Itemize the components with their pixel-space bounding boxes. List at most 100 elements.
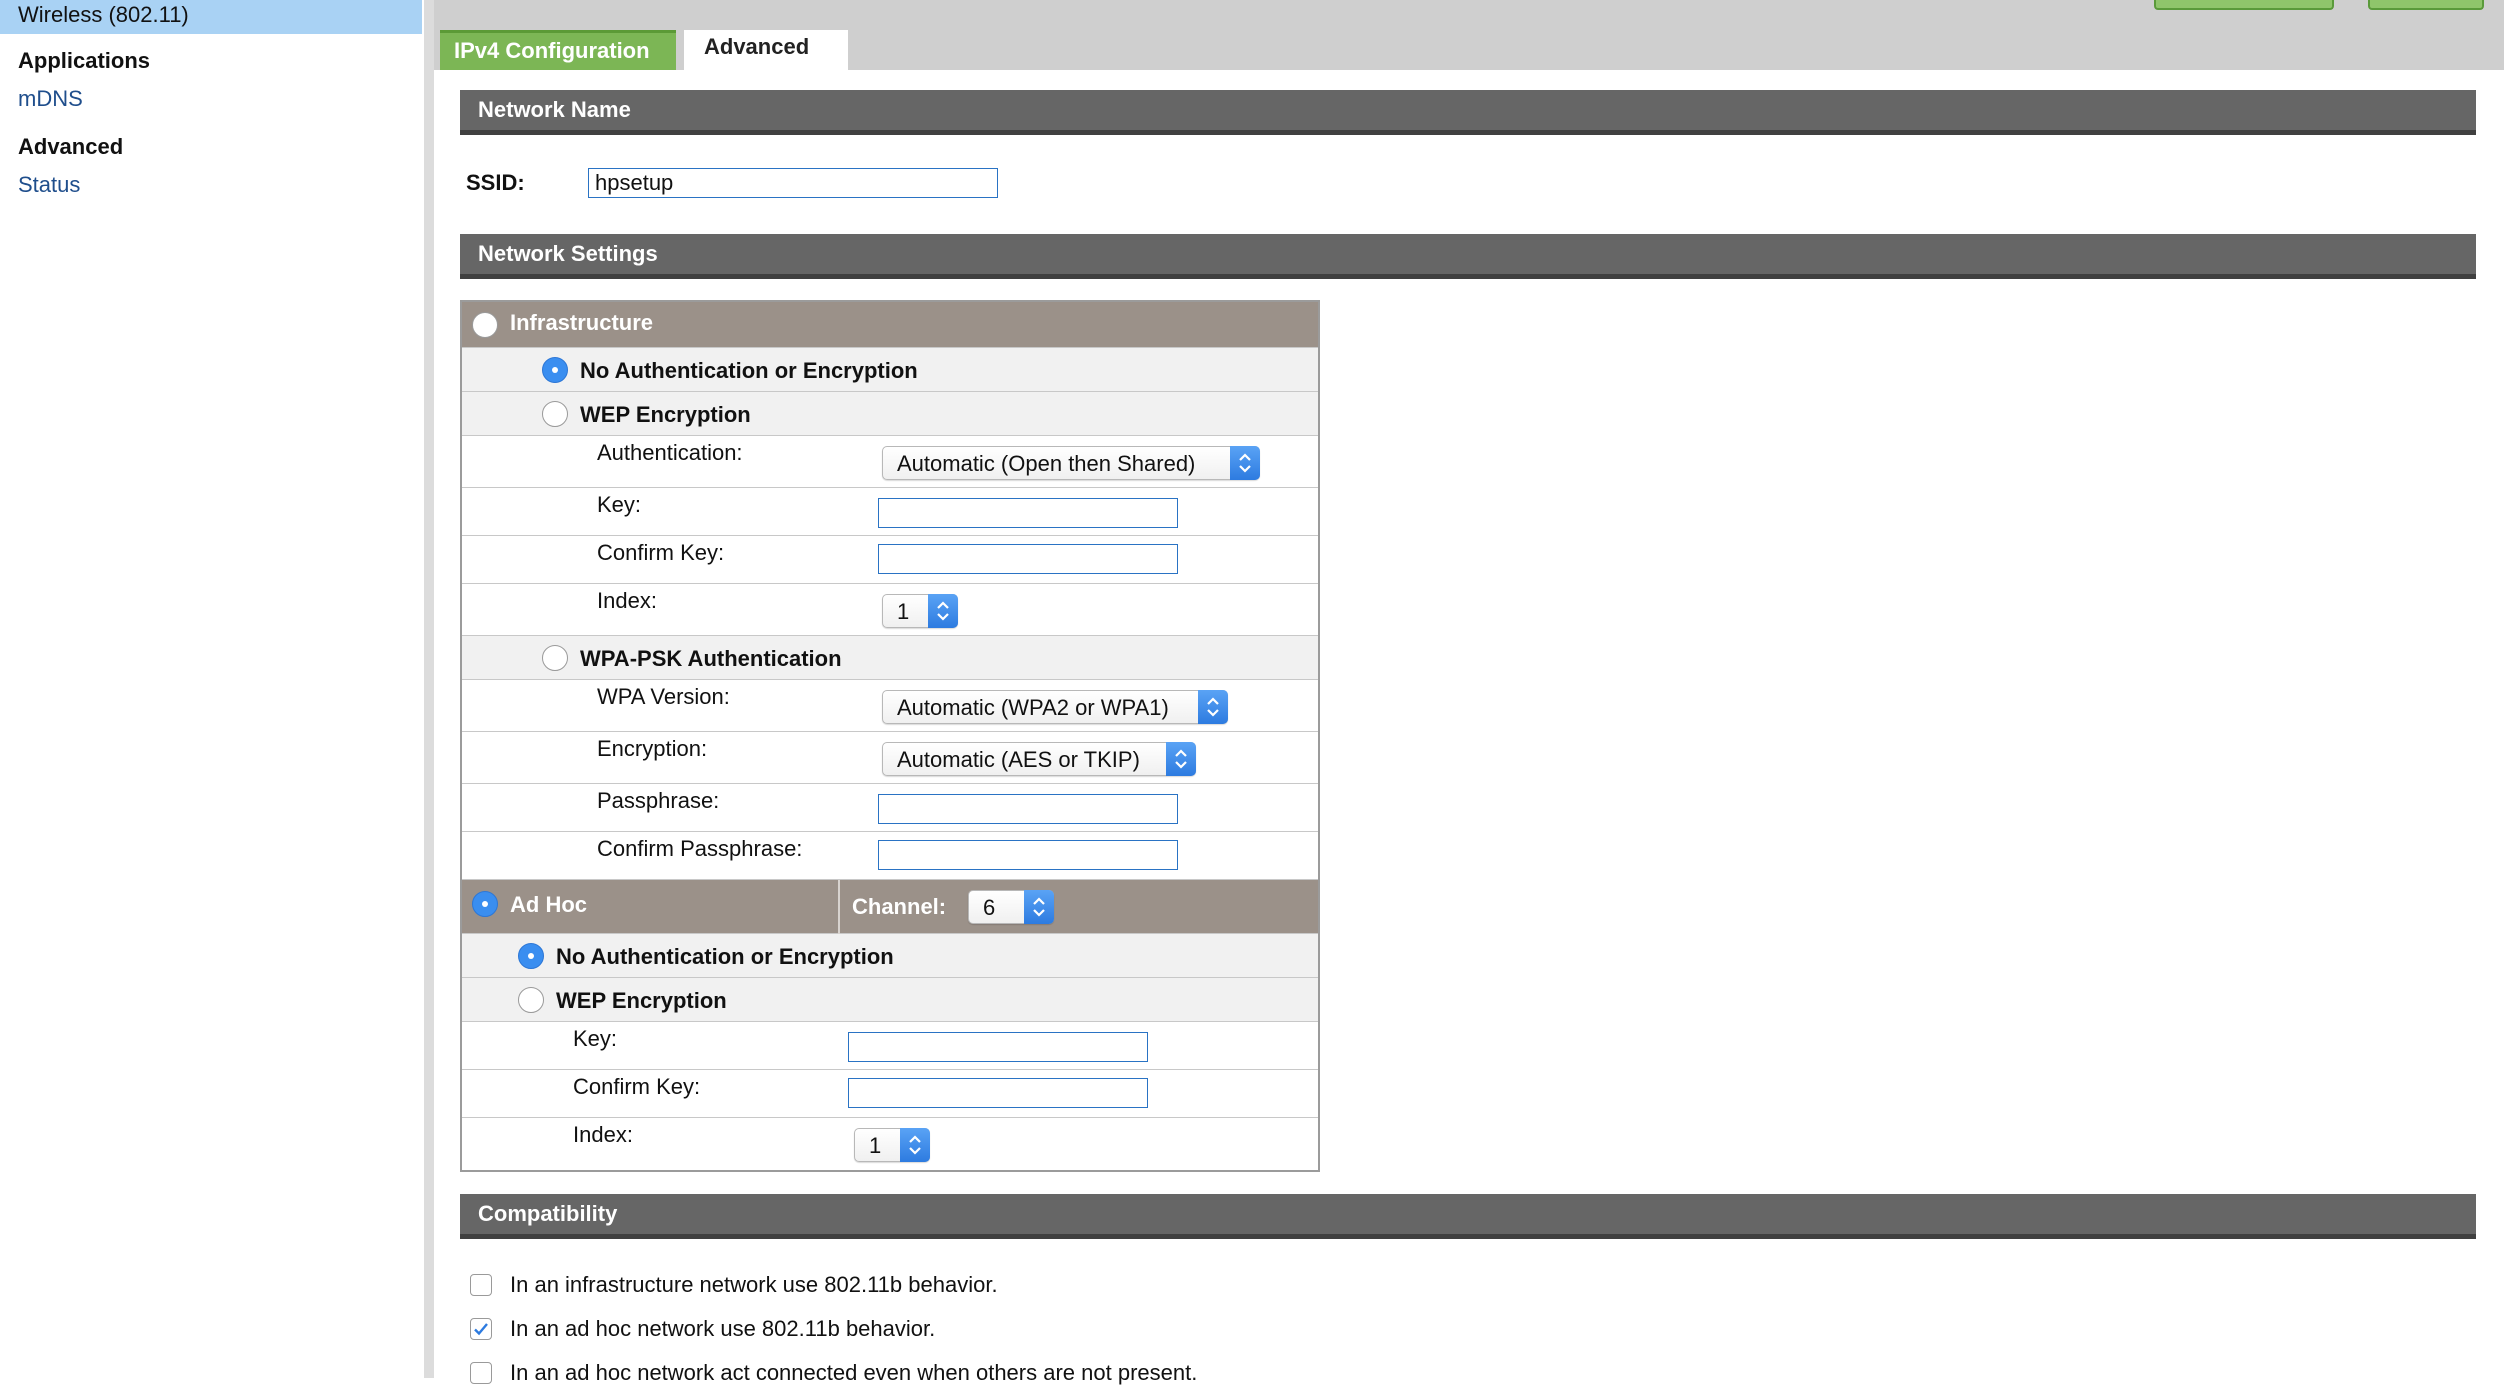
adhoc-key-row: Key: (462, 1022, 1318, 1070)
checkmark-icon (474, 1323, 488, 1336)
infrastructure-header: Infrastructure (462, 302, 1318, 348)
wpa-version-label: WPA Version: (597, 684, 730, 709)
passphrase-input[interactable] (878, 794, 1178, 824)
infrastructure-label: Infrastructure (510, 310, 654, 335)
infra-no-auth-row: No Authentication or Encryption (462, 348, 1318, 392)
compat-adhoc-connected-checkbox[interactable] (470, 1362, 492, 1384)
wpa-encryption-row: Encryption: Automatic (AES or TKIP) (462, 732, 1318, 784)
chevron-updown-icon (1230, 446, 1260, 480)
infra-wpa-radio[interactable] (542, 645, 568, 671)
infra-index-select[interactable]: 1 (882, 594, 958, 628)
select-value: Automatic (WPA2 or WPA1) (897, 695, 1169, 720)
select-value: 1 (869, 1133, 882, 1158)
ssid-input[interactable]: hpsetup (588, 168, 998, 198)
confirm-passphrase-label: Confirm Passphrase: (597, 836, 803, 861)
section-title: Network Name (478, 97, 631, 122)
wpa-version-select[interactable]: Automatic (WPA2 or WPA1) (882, 690, 1228, 724)
adhoc-wep-radio[interactable] (518, 987, 544, 1013)
adhoc-key-input[interactable] (848, 1032, 1148, 1062)
passphrase-row: Passphrase: (462, 784, 1318, 832)
chevron-updown-icon (900, 1128, 930, 1162)
index-label: Index: (573, 1122, 633, 1147)
adhoc-radio[interactable] (472, 891, 498, 917)
section-title: Network Settings (478, 241, 658, 266)
channel-label: Channel: (852, 894, 947, 919)
infra-wep-key-input[interactable] (878, 498, 1178, 528)
confirm-key-label: Confirm Key: (573, 1074, 701, 1099)
select-value: 6 (983, 895, 996, 920)
infra-wep-confirm-key-input[interactable] (878, 544, 1178, 574)
apply-button[interactable] (2154, 0, 2334, 10)
adhoc-wep-row: WEP Encryption (462, 978, 1318, 1022)
infra-no-auth-radio[interactable] (542, 357, 568, 383)
adhoc-confirm-key-row: Confirm Key: (462, 1070, 1318, 1118)
network-settings-table: Infrastructure No Authentication or Encr… (460, 300, 1320, 1172)
chevron-updown-icon (928, 594, 958, 628)
infra-wep-confirm-key-row: Confirm Key: (462, 536, 1318, 584)
sidebar-heading-applications: Applications (18, 48, 151, 73)
confirm-passphrase-input[interactable] (878, 840, 1178, 870)
select-value: 1 (897, 599, 910, 624)
confirm-key-label: Confirm Key: (597, 540, 725, 565)
authentication-select[interactable]: Automatic (Open then Shared) (882, 446, 1260, 480)
adhoc-no-auth-radio[interactable] (518, 943, 544, 969)
wpa-version-row: WPA Version: Automatic (WPA2 or WPA1) (462, 680, 1318, 732)
compat-adhoc-80211b-checkbox[interactable] (470, 1318, 492, 1340)
infra-wep-row: WEP Encryption (462, 392, 1318, 436)
key-label: Key: (597, 492, 642, 517)
sidebar-divider (424, 0, 434, 1378)
adhoc-label: Ad Hoc (510, 892, 587, 917)
adhoc-wep-label: WEP Encryption (556, 988, 727, 1013)
compat-infra-80211b-checkbox[interactable] (470, 1274, 492, 1296)
compat-option-label: In an infrastructure network use 802.11b… (510, 1272, 998, 1297)
chevron-updown-icon (1166, 742, 1196, 776)
encryption-label: Encryption: (597, 736, 708, 761)
infra-no-auth-label: No Authentication or Encryption (580, 358, 918, 383)
cancel-button[interactable] (2368, 0, 2484, 10)
adhoc-no-auth-row: No Authentication or Encryption (462, 934, 1318, 978)
header-separator (838, 880, 840, 934)
chevron-updown-icon (1024, 890, 1054, 924)
confirm-passphrase-row: Confirm Passphrase: (462, 832, 1318, 880)
infra-wep-radio[interactable] (542, 401, 568, 427)
sidebar: Wireless (802.11) Applications mDNS Adva… (0, 0, 424, 1378)
tab-advanced[interactable]: Advanced (684, 30, 848, 70)
sidebar-item-label: Wireless (802.11) (18, 2, 189, 27)
compat-option-label: In an ad hoc network use 802.11b behavio… (510, 1316, 936, 1341)
sidebar-item-status[interactable]: Status (18, 172, 80, 198)
infra-wep-index-row: Index: 1 (462, 584, 1318, 636)
tab-label: IPv4 Configuration (454, 38, 650, 63)
infra-wep-auth-row: Authentication: Automatic (Open then Sha… (462, 436, 1318, 488)
section-network-name: Network Name (460, 90, 2476, 135)
top-bar: IPv4 Configuration Advanced (434, 0, 2504, 70)
infra-wep-label: WEP Encryption (580, 402, 751, 427)
adhoc-header: Ad Hoc Channel: 6 (462, 880, 1318, 934)
adhoc-confirm-key-input[interactable] (848, 1078, 1148, 1108)
wpa-encryption-select[interactable]: Automatic (AES or TKIP) (882, 742, 1196, 776)
sidebar-item-mdns[interactable]: mDNS (18, 86, 83, 112)
key-label: Key: (573, 1026, 618, 1051)
main-content: IPv4 Configuration Advanced Network Name… (434, 0, 2504, 1385)
sidebar-item-wireless[interactable]: Wireless (802.11) (0, 0, 422, 34)
section-compatibility: Compatibility (460, 1194, 2476, 1239)
tab-ipv4-configuration[interactable]: IPv4 Configuration (440, 30, 676, 70)
ssid-label: SSID: (466, 170, 525, 195)
infra-wpa-row: WPA-PSK Authentication (462, 636, 1318, 680)
select-value: Automatic (Open then Shared) (897, 451, 1196, 476)
chevron-updown-icon (1198, 690, 1228, 724)
section-network-settings: Network Settings (460, 234, 2476, 279)
section-title: Compatibility (478, 1201, 618, 1226)
sidebar-heading-advanced: Advanced (18, 134, 124, 159)
index-label: Index: (597, 588, 657, 613)
adhoc-index-select[interactable]: 1 (854, 1128, 930, 1162)
infra-wpa-label: WPA-PSK Authentication (580, 646, 842, 671)
authentication-label: Authentication: (597, 440, 743, 465)
infrastructure-radio[interactable] (472, 312, 498, 338)
compat-option-label: In an ad hoc network act connected even … (510, 1360, 1198, 1385)
passphrase-label: Passphrase: (597, 788, 720, 813)
channel-select[interactable]: 6 (968, 890, 1054, 924)
tab-label: Advanced (704, 34, 810, 59)
infra-wep-key-row: Key: (462, 488, 1318, 536)
adhoc-index-row: Index: 1 (462, 1118, 1318, 1170)
adhoc-no-auth-label: No Authentication or Encryption (556, 944, 894, 969)
